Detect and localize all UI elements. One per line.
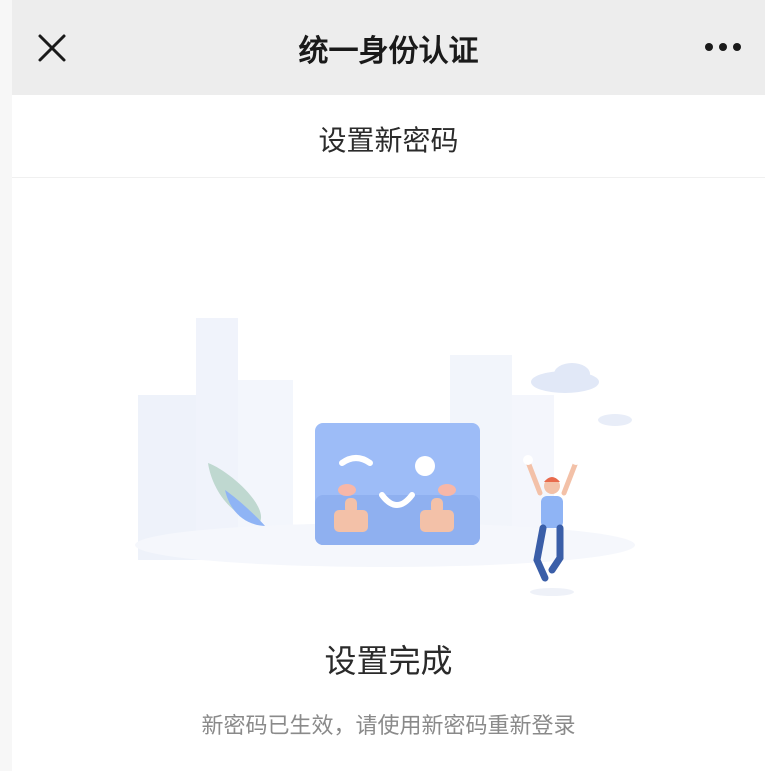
thumb-hand — [431, 498, 443, 514]
cloud-shape — [598, 414, 632, 426]
open-eye — [415, 456, 435, 476]
person-shadow — [530, 588, 574, 596]
subheader: 设置新密码 — [12, 95, 765, 178]
cheek-blush — [338, 484, 356, 496]
person-hand — [571, 455, 581, 465]
result-title: 设置完成 — [324, 642, 453, 680]
thumb-hand — [345, 498, 357, 514]
success-illustration — [135, 318, 635, 596]
cloud-shape — [554, 363, 590, 385]
page-title: 统一身份认证 — [298, 34, 479, 69]
close-icon[interactable] — [34, 30, 70, 66]
building-shape — [196, 318, 238, 560]
person-body — [541, 496, 563, 528]
app-screen: 统一身份认证 设置新密码 设置完成 新密码已生效，请使用新密码重新登录 — [0, 0, 765, 771]
person-hand — [523, 455, 533, 465]
left-edge-strip — [0, 0, 12, 771]
person-arm — [561, 459, 579, 496]
cheek-blush — [438, 484, 456, 496]
more-icon[interactable] — [703, 40, 743, 54]
navigation-bar: 统一身份认证 — [12, 0, 765, 95]
result-description: 新密码已生效，请使用新密码重新登录 — [201, 714, 576, 739]
subheader-title: 设置新密码 — [318, 124, 459, 157]
